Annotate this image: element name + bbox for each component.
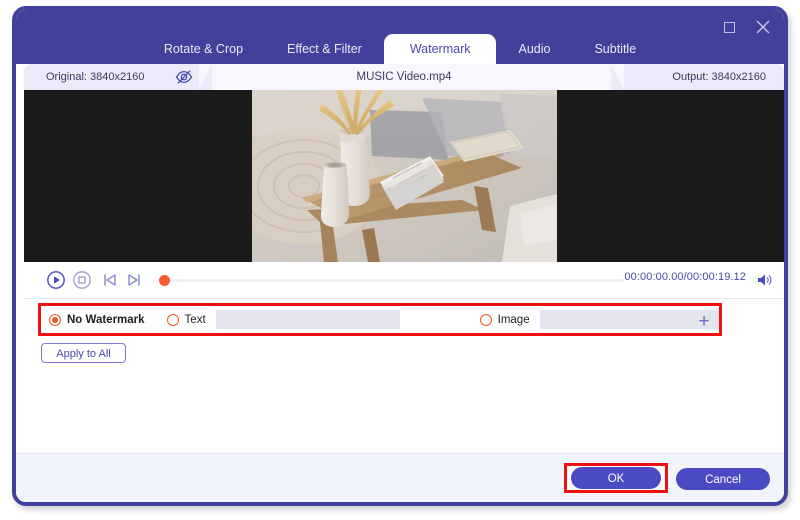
original-resolution-label: Original: 3840x2160	[46, 71, 145, 83]
seek-bar[interactable]	[159, 275, 624, 286]
radio-image[interactable]: Image	[479, 313, 530, 326]
radio-indicator-text	[166, 313, 179, 326]
player-controls-bar: 00:00:00.00/00:00:19.12	[24, 262, 784, 299]
next-frame-icon[interactable]	[124, 270, 144, 290]
output-resolution-label: Output: 3840x2160	[672, 71, 766, 83]
watermark-text-input[interactable]	[215, 310, 400, 329]
radio-label-image: Image	[497, 313, 530, 326]
eye-slash-icon[interactable]	[174, 67, 194, 87]
previous-frame-icon[interactable]	[100, 270, 120, 290]
apply-to-all-button[interactable]: Apply to All	[41, 343, 126, 363]
video-frame-image	[252, 90, 557, 262]
radio-no-watermark[interactable]: No Watermark	[49, 313, 145, 326]
dialog-footer: OK Cancel	[16, 453, 784, 502]
stop-circle-icon[interactable]	[72, 270, 92, 290]
radio-label-text: Text	[184, 313, 206, 326]
radio-label-no-watermark: No Watermark	[67, 313, 145, 326]
play-circle-icon[interactable]	[46, 270, 66, 290]
seek-handle[interactable]	[159, 275, 170, 286]
tab-subtitle[interactable]: Subtitle	[572, 34, 658, 64]
tab-audio[interactable]: Audio	[496, 34, 572, 64]
editing-dialog: Rotate & Crop Effect & Filter Watermark …	[12, 6, 788, 506]
video-stage	[24, 90, 784, 262]
watermark-options-row: No Watermark Text Image +	[41, 306, 719, 333]
plus-icon[interactable]: +	[693, 310, 715, 332]
file-info-bar: MUSIC Video.mp4 Original: 3840x2160 Outp…	[24, 64, 784, 90]
tab-effect-filter[interactable]: Effect & Filter	[265, 34, 384, 64]
tab-watermark[interactable]: Watermark	[383, 34, 497, 64]
watermark-options-highlight: No Watermark Text Image +	[38, 303, 722, 336]
volume-icon[interactable]	[756, 271, 774, 289]
ok-button[interactable]: OK	[571, 467, 661, 489]
radio-text[interactable]: Text	[166, 313, 206, 326]
ok-button-highlight: OK	[564, 463, 668, 493]
timecode-label: 00:00:00.00/00:00:19.12	[624, 271, 746, 283]
radio-indicator-no-watermark	[49, 313, 61, 326]
radio-indicator-image	[479, 313, 492, 326]
tab-rotate-crop[interactable]: Rotate & Crop	[142, 34, 265, 64]
tab-bar: Rotate & Crop Effect & Filter Watermark …	[16, 34, 784, 64]
cancel-button[interactable]: Cancel	[676, 468, 770, 490]
title-bar: Rotate & Crop Effect & Filter Watermark …	[16, 10, 784, 64]
video-preview[interactable]	[252, 90, 557, 262]
app-screen: Rotate & Crop Effect & Filter Watermark …	[0, 0, 800, 520]
